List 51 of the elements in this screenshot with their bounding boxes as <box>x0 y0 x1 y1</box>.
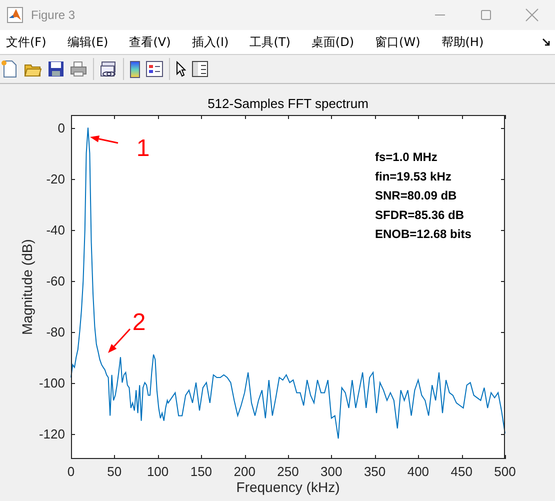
tick-label: -20 <box>46 172 65 187</box>
maximize-icon[interactable] <box>480 9 492 21</box>
stat-text: SFDR=85.36 dB <box>375 208 464 222</box>
window-title: Figure 3 <box>31 8 76 22</box>
tick-label: 50 <box>107 464 122 479</box>
chart-title: 512-Samples FFT spectrum <box>208 96 368 111</box>
pointer-icon[interactable] <box>176 61 186 77</box>
new-file-icon[interactable] <box>1 60 18 78</box>
close-icon[interactable] <box>525 8 539 22</box>
tick-label: -60 <box>46 274 65 289</box>
dock-icon[interactable] <box>542 38 551 46</box>
stat-text: SNR=80.09 dB <box>375 188 457 203</box>
tick-label: -100 <box>38 376 65 391</box>
annotation-label: 2 <box>132 309 146 336</box>
menu-item[interactable]: 查看(V) <box>126 34 174 50</box>
tick-label: 250 <box>277 464 299 479</box>
link-icon[interactable] <box>100 60 117 78</box>
tick-label: 500 <box>494 464 516 479</box>
menu-item[interactable]: 桌面(D) <box>308 34 358 50</box>
menu-item[interactable]: 文件(F) <box>3 34 50 50</box>
save-icon[interactable] <box>48 61 64 77</box>
stat-text: fs=1.0 MHz <box>375 150 438 164</box>
menu-item[interactable]: 编辑(E) <box>64 34 112 50</box>
stat-text: fin=19.53 kHz <box>375 169 452 184</box>
tick-label: 450 <box>450 464 472 479</box>
y-axis-label: Magnitude (dB) <box>19 239 35 335</box>
app-logo-icon <box>7 7 23 23</box>
annotation-arrow <box>108 328 131 353</box>
menu-item[interactable]: 插入(I) <box>188 34 232 50</box>
legend-icon[interactable] <box>146 61 163 77</box>
annotation-arrow <box>90 135 118 144</box>
printer-icon[interactable] <box>70 61 87 77</box>
tick-label: -80 <box>46 324 65 340</box>
tick-label: 200 <box>234 464 256 479</box>
annotation-label: 1 <box>136 135 150 162</box>
menu-item[interactable]: 帮助(H) <box>438 34 487 50</box>
menu-item[interactable]: 窗口(W) <box>372 34 424 50</box>
colorbar-icon[interactable] <box>130 60 140 78</box>
menu-item[interactable]: 工具(T) <box>246 34 294 50</box>
tick-label: 150 <box>190 464 212 479</box>
tick-label: -40 <box>46 222 65 238</box>
tick-label: 300 <box>320 464 342 479</box>
tick-label: -120 <box>38 426 65 442</box>
property-editor-icon[interactable] <box>192 61 208 77</box>
stat-text: ENOB=12.68 bits <box>375 227 472 242</box>
tick-label: 0 <box>67 464 75 479</box>
tick-label: 100 <box>146 464 169 479</box>
tick-label: 400 <box>407 464 430 479</box>
x-axis-label: Frequency (kHz) <box>236 479 340 495</box>
tick-label: 0 <box>58 120 65 136</box>
tick-label: 350 <box>364 464 386 479</box>
